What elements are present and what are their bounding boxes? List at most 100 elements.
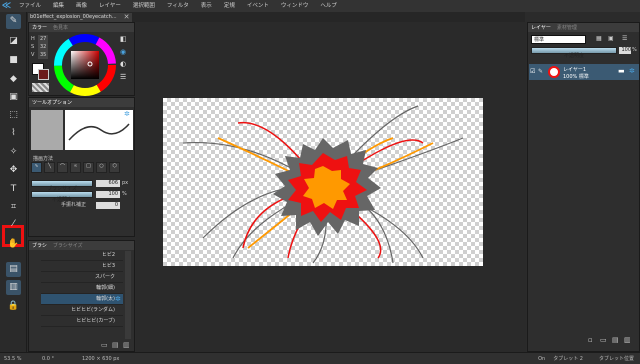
new-layer-icon[interactable]: ▫ [588, 336, 593, 344]
brush-settings-icon[interactable]: ✲ [115, 294, 121, 305]
brush-item-selected[interactable]: 輪郭(太) [41, 294, 123, 305]
fg-color-icon[interactable]: ▤ [6, 262, 21, 277]
text-tool-icon[interactable]: T [6, 182, 21, 197]
menu-help[interactable]: ヘルプ [314, 0, 343, 12]
eraser-tool-icon[interactable]: ◪ [6, 34, 21, 49]
stabilizer-value[interactable]: 0 [96, 202, 120, 209]
opacity-value[interactable]: 100 [96, 191, 120, 198]
menu-view[interactable]: 表示 [195, 0, 218, 12]
brush-size-slider[interactable]: ブラシサイズ [31, 180, 93, 192]
close-tab-icon[interactable]: ✕ [122, 13, 131, 22]
rect-icon[interactable]: □ [83, 162, 94, 173]
zoom-value[interactable]: 53.5 % [4, 356, 26, 362]
app-logo-icon[interactable]: ≪ [0, 0, 13, 12]
layer-clip-icon[interactable]: ▣ [608, 35, 614, 42]
layer-pen-icon[interactable]: ✎ [538, 68, 543, 75]
shape-tool-icon[interactable]: ■ [6, 53, 21, 68]
transparent-swatch[interactable] [32, 83, 49, 92]
menu-layer[interactable]: レイヤー [93, 0, 127, 12]
tab-layers[interactable]: レイヤー [531, 24, 551, 31]
select-tool-icon[interactable]: ⬚ [6, 108, 21, 123]
ellipse-icon[interactable]: ○ [96, 162, 107, 173]
brush-item-label: ヒビヒビ(カーブ) [76, 318, 115, 324]
brush-item[interactable]: 輪郭(細) [41, 283, 123, 294]
eyedropper-tool-icon[interactable]: ⁄ [6, 217, 21, 232]
layer-opacity-slider[interactable]: 不透明度 [531, 47, 617, 59]
canvas-size: 1200 × 630 px [82, 355, 120, 362]
lock-icon[interactable]: 🔒 [6, 299, 21, 314]
tab-color[interactable]: カラー [32, 24, 47, 31]
new-brush-icon[interactable]: ▤ [112, 341, 119, 349]
canvas[interactable] [163, 98, 483, 266]
menu-edit[interactable]: 編集 [47, 0, 70, 12]
menu-bar: ≪ ファイル 編集 画像 レイヤー 選択範囲 フィルタ 表示 定規 イベント ウ… [0, 0, 640, 12]
menu-selection[interactable]: 選択範囲 [127, 0, 161, 12]
tool-option-header: ツールオプション [29, 98, 134, 107]
fill-tool-icon[interactable]: ◆ [6, 72, 21, 87]
tablet-mode[interactable]: タブレット 2 [553, 355, 583, 362]
line-icon[interactable]: ╲ [44, 162, 55, 173]
layer-info: 100% 標準 [563, 74, 589, 80]
menu-event[interactable]: イベント [241, 0, 275, 12]
menu-window[interactable]: ウィンドウ [275, 0, 315, 12]
move-tool-icon[interactable]: ✥ [6, 163, 21, 178]
magic-wand-icon[interactable]: ✧ [6, 145, 21, 160]
tab-brush[interactable]: ブラシ [32, 242, 47, 249]
layer-settings-icon[interactable]: ✲ [629, 67, 635, 75]
curve-icon[interactable]: ⌒ [57, 162, 68, 173]
menu-image[interactable]: 画像 [70, 0, 93, 12]
layer-row[interactable]: ☑ ✎ レイヤー1 100% 標準 ▬ ✲ [529, 64, 639, 80]
s-value[interactable]: 32 [38, 43, 49, 51]
blend-mode-select[interactable]: 標準 [531, 35, 586, 44]
color-options-icon[interactable]: ◐ [120, 60, 132, 69]
brush-list-scrollbar[interactable] [125, 251, 131, 339]
delete-brush-icon[interactable]: ▥ [123, 341, 130, 349]
brush-item[interactable]: スパーク [41, 272, 123, 283]
stroke-preview-curve [68, 123, 130, 141]
document-tab[interactable]: b01effect_explosion_00eyecatch... [28, 13, 132, 22]
color-panel: カラー 色見本 H S V 27 32 35 ◧ ◉ ◐ ☰ [28, 22, 135, 96]
pressure-state[interactable]: On [538, 356, 545, 362]
delete-layer-icon[interactable]: ▥ [624, 336, 631, 344]
color-mode-icon[interactable]: ◉ [120, 48, 132, 57]
layer-folder-icon[interactable]: ▭ [600, 336, 607, 344]
hand-tool-icon[interactable]: ✋ [6, 237, 21, 252]
menu-file[interactable]: ファイル [13, 0, 47, 12]
tab-materials[interactable]: 素材管理 [557, 24, 577, 31]
brush-item[interactable]: ヒビ2 [41, 250, 123, 261]
brush-item-label: ヒビ3 [101, 263, 115, 269]
tool-option-gear-icon[interactable]: ✲ [124, 110, 132, 118]
brush-item[interactable]: ヒビヒビ(ランダム) [41, 305, 123, 316]
pen-tool-icon[interactable]: ✎ [6, 14, 21, 29]
wheel-mode-icon[interactable]: ◧ [120, 35, 132, 44]
h-value[interactable]: 27 [38, 35, 49, 43]
tab-swatches[interactable]: 色見本 [53, 24, 68, 31]
foreground-swatch[interactable] [38, 69, 49, 80]
freehand-icon[interactable]: ∿ [31, 162, 42, 173]
brush-size-value[interactable]: 606 [96, 180, 120, 187]
tab-brush-size[interactable]: ブラシサイズ [53, 242, 83, 249]
menu-filter[interactable]: フィルタ [161, 0, 195, 12]
brush-item[interactable]: ヒビヒビ(カーブ) [41, 316, 123, 327]
duplicate-layer-icon[interactable]: ▤ [612, 336, 619, 344]
bg-color-icon[interactable]: ▥ [6, 280, 21, 295]
gradient-tool-icon[interactable]: ▣ [6, 90, 21, 105]
layer-name: レイヤー1 [563, 67, 587, 73]
polyline-icon[interactable]: ∝ [70, 162, 81, 173]
color-wheel[interactable] [54, 34, 116, 96]
layer-lock-icon[interactable]: ▦ [596, 35, 602, 42]
brush-item[interactable]: ヒビ3 [41, 261, 123, 272]
crop-tool-icon[interactable]: ⌗ [6, 200, 21, 215]
angle-value[interactable]: 0.0 ° [42, 356, 62, 362]
layer-visibility-icon[interactable]: ☑ [530, 68, 535, 75]
new-folder-icon[interactable]: ▭ [101, 341, 108, 349]
polygon-icon[interactable]: ⬡ [109, 162, 120, 173]
layer-menu-icon[interactable]: ☰ [622, 35, 627, 42]
v-value[interactable]: 35 [38, 51, 49, 59]
opacity-slider[interactable]: 不透明度 [31, 191, 93, 203]
color-menu-icon[interactable]: ☰ [120, 73, 132, 82]
tablet-position[interactable]: タブレット位置 [599, 355, 634, 362]
menu-ruler[interactable]: 定規 [218, 0, 241, 12]
layer-opacity-value[interactable]: 100 [619, 47, 631, 54]
lasso-tool-icon[interactable]: ⌇ [6, 126, 21, 141]
